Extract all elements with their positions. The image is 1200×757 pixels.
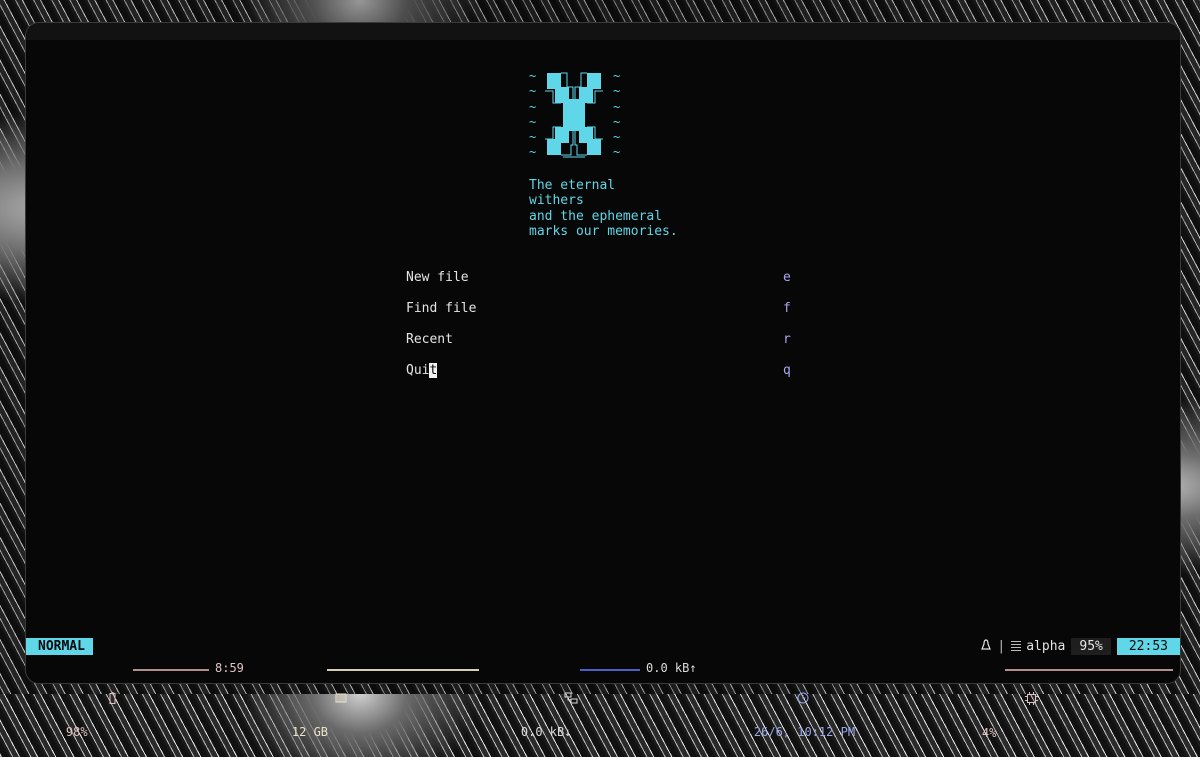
network-graph bbox=[580, 669, 640, 671]
network-up-value: 0.0 kB↑ bbox=[646, 661, 697, 675]
tilde: ~ bbox=[613, 99, 621, 114]
quote-line: withers bbox=[529, 193, 584, 209]
battery-percent: 98% bbox=[65, 725, 88, 739]
battery-graph bbox=[133, 669, 209, 671]
x-glyph-icon bbox=[545, 72, 603, 158]
dashboard-quote: The eternal withers and the ephemeral ma… bbox=[529, 178, 678, 239]
battery-indicator[interactable]: 98% bbox=[37, 660, 116, 756]
tilde: ~ bbox=[529, 130, 537, 145]
scroll-percent: 95% bbox=[1071, 638, 1111, 655]
quote-line: The eternal bbox=[529, 178, 616, 193]
menu-item-shortcut: q bbox=[783, 363, 791, 378]
cpu-indicator[interactable]: 4% bbox=[953, 660, 1039, 757]
menu-item-label: New file bbox=[406, 270, 469, 285]
separator: | bbox=[997, 639, 1006, 654]
x-logo-icon: ~ ~ ~ ~ ~ ~ ~ ~ ~ ~ ~ ~ bbox=[529, 69, 629, 165]
tilde-column-left: ~ ~ ~ ~ ~ ~ bbox=[529, 69, 536, 161]
network-down-indicator[interactable]: 0.0 kB↓ bbox=[492, 660, 578, 756]
datetime-value: 26/6, 10:12 PM bbox=[753, 725, 856, 739]
tilde-column-right: ~ ~ ~ ~ ~ ~ bbox=[613, 69, 620, 161]
memory-indicator[interactable]: 12 GB bbox=[263, 660, 347, 756]
menu-item-label: Recent bbox=[406, 332, 453, 347]
tilde: ~ bbox=[613, 114, 621, 129]
tilde: ~ bbox=[529, 84, 537, 99]
statusline-right: | alpha 95% 22:53 bbox=[981, 638, 1180, 655]
battery-time: 8:59 bbox=[215, 661, 244, 675]
filename: alpha bbox=[1026, 639, 1066, 654]
network-icon bbox=[521, 676, 578, 724]
tilde: ~ bbox=[529, 69, 537, 83]
terminal-window[interactable]: ~ ~ ~ ~ ~ ~ ~ ~ ~ ~ ~ ~ The eternal with… bbox=[25, 22, 1181, 684]
mode-indicator: NORMAL bbox=[26, 638, 93, 655]
dashboard-menu: New file e Find file f Recent r Quit q bbox=[406, 268, 796, 392]
network-down-value: 0.0 kB↓ bbox=[520, 725, 572, 739]
cpu-value: 4% bbox=[981, 726, 997, 740]
menu-item-quit[interactable]: Quit q bbox=[406, 361, 796, 392]
battery-icon bbox=[66, 676, 116, 724]
menu-item-label: Quit bbox=[406, 363, 438, 378]
tilde: ~ bbox=[613, 130, 621, 145]
tilde: ~ bbox=[613, 84, 621, 99]
memory-value: 12 GB bbox=[291, 725, 329, 739]
cpu-graph bbox=[1005, 669, 1173, 671]
menu-item-shortcut: r bbox=[783, 332, 791, 347]
menu-item-new-file[interactable]: New file e bbox=[406, 268, 796, 299]
menu-item-find-file[interactable]: Find file f bbox=[406, 299, 796, 330]
tilde: ~ bbox=[529, 145, 537, 160]
tilde: ~ bbox=[613, 145, 621, 160]
memory-graph bbox=[327, 669, 479, 671]
quote-line: marks our memories. bbox=[529, 223, 678, 239]
tilde: ~ bbox=[529, 114, 537, 129]
filetype-icon bbox=[1011, 641, 1022, 652]
memory-icon bbox=[292, 676, 347, 724]
menu-item-shortcut: e bbox=[783, 270, 791, 285]
menu-item-label: Find file bbox=[406, 301, 477, 316]
clock-icon bbox=[754, 676, 809, 724]
statusline-time: 22:53 bbox=[1116, 638, 1180, 655]
menu-item-label-text: Qui bbox=[406, 363, 430, 378]
menu-item-recent[interactable]: Recent r bbox=[406, 330, 796, 361]
tilde: ~ bbox=[529, 99, 537, 114]
statusline: NORMAL | alpha 95% 22:53 bbox=[26, 638, 1180, 655]
title-bar[interactable] bbox=[26, 23, 1180, 40]
text-cursor: t bbox=[429, 363, 438, 378]
cpu-icon bbox=[982, 676, 1039, 725]
quote-line: and the ephemeral bbox=[529, 208, 663, 224]
datetime-indicator[interactable]: 26/6, 10:12 PM bbox=[725, 660, 855, 756]
system-bar: 98% 8:59 12 GB 0.0 kB↓ 0.0 kB↑ 26/6, 10:… bbox=[25, 656, 1179, 740]
linux-icon bbox=[981, 638, 992, 655]
menu-item-shortcut: f bbox=[783, 301, 791, 316]
tilde: ~ bbox=[613, 69, 621, 83]
